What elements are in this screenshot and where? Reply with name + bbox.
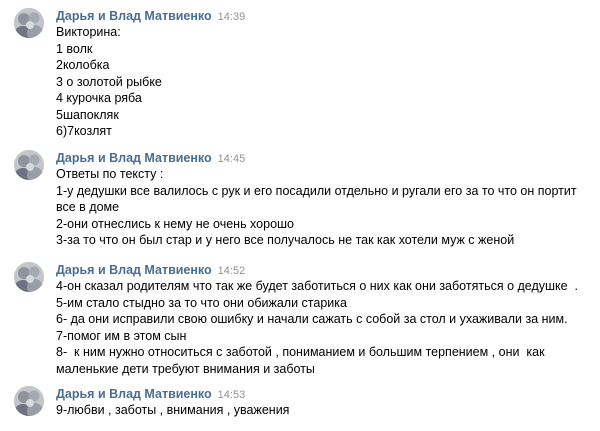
message-header: Дарья и Влад Матвиенко 14:45 [56, 150, 245, 166]
message-line: Викторина: [56, 25, 121, 39]
message-line: 3-за то что он был стар и у него все пол… [56, 233, 515, 247]
message-text: Ответы по тексту : 1-у дедушки все валило… [56, 166, 586, 249]
message-line: 1-у дедушки все валилось с рук и его пос… [56, 183, 581, 215]
message-header: Дарья и Влад Матвиенко 14:52 [56, 262, 245, 278]
author-name[interactable]: Дарья и Влад Матвиенко [56, 9, 212, 23]
message-line: 3 о золотой рыбке [56, 74, 162, 89]
message-time[interactable]: 14:45 [218, 153, 246, 165]
message-line: 7-помог им в этом сын [56, 328, 187, 343]
message-text: Викторина: 1 волк 2колобка 3 о золотой рыбк… [56, 24, 586, 140]
message-line: 5-им стало стыдно за то что они обижали … [56, 295, 347, 310]
message-header: Дарья и Влад Матвиенко 14:53 [56, 386, 245, 402]
message-line: 6)7козлят [56, 124, 112, 138]
message-line: 1 волк [56, 41, 93, 56]
avatar[interactable] [14, 262, 44, 292]
message-line: 2-они отнеслись к нему не очень хорошо [56, 216, 295, 231]
message-text: 4-он сказал родителям что так же будет з… [56, 278, 586, 377]
message-time[interactable]: 14:39 [218, 11, 246, 23]
message-line: 4 курочка ряба [56, 91, 142, 105]
message-line: 8- к ним нужно относиться с заботой , по… [56, 345, 549, 376]
message-text: 9-любви , заботы , внимания , уважения [56, 402, 586, 419]
avatar[interactable] [14, 386, 44, 416]
author-name[interactable]: Дарья и Влад Матвиенко [56, 263, 212, 277]
message-line: 4-он сказал родителям что так же будет з… [56, 279, 579, 293]
message-time[interactable]: 14:53 [218, 389, 246, 401]
message-header: Дарья и Влад Матвиенко 14:39 [56, 8, 245, 24]
avatar[interactable] [14, 8, 44, 38]
message-line: 5шапокляк [56, 107, 119, 122]
message-line: Ответы по тексту : [56, 167, 164, 181]
message-line: 2колобка [56, 58, 110, 72]
avatar[interactable] [14, 150, 44, 180]
message-line: 6- да они исправили свою ошибку и начали… [56, 312, 568, 326]
message-line: 9-любви , заботы , внимания , уважения [56, 403, 290, 417]
author-name[interactable]: Дарья и Влад Матвиенко [56, 151, 212, 165]
author-name[interactable]: Дарья и Влад Матвиенко [56, 387, 212, 401]
message-time[interactable]: 14:52 [218, 265, 246, 277]
